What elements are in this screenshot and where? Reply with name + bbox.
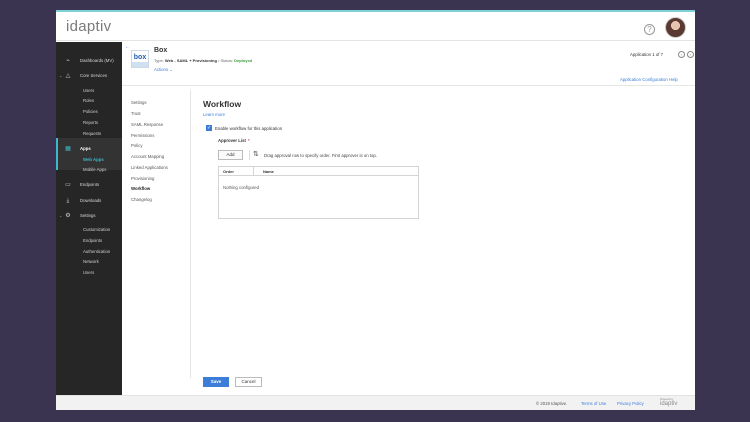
approver-list-label: Approver List * xyxy=(218,138,250,143)
help-icon[interactable]: ? xyxy=(644,24,655,35)
subnav-workflow[interactable]: Workflow xyxy=(131,186,150,191)
sidebar-item-users[interactable]: Users xyxy=(56,88,122,96)
toolbar-separator xyxy=(249,150,250,160)
sidebar-item-authentication[interactable]: Authentication xyxy=(56,249,122,257)
back-arrow-icon[interactable]: ← xyxy=(125,44,130,50)
app-name: Box xyxy=(154,47,168,54)
copyright-text: © 2019 Idaptive. xyxy=(536,401,568,406)
cancel-button[interactable]: Cancel xyxy=(235,377,262,387)
sidebar-item-policies[interactable]: Policies xyxy=(56,109,122,117)
app-meta: Type: Web - SAML + Provisioning • Status… xyxy=(154,58,253,63)
sidebar-item-dashboards[interactable]: ⌁ Dashboards (MV) xyxy=(56,58,122,66)
sidebar-item-core-services[interactable]: ⌄ △ Core Services xyxy=(56,73,122,81)
drag-sort-icon: ⇅ xyxy=(253,151,259,158)
sidebar-item-settings-users[interactable]: Users xyxy=(56,270,122,278)
page-footer: © 2019 Idaptive. Terms of Use Privacy Po… xyxy=(56,395,695,410)
add-approver-button[interactable]: Add xyxy=(218,150,243,160)
gear-icon: ⚙ xyxy=(65,213,71,219)
drag-hint: Drag approval row to specify order. Firs… xyxy=(264,153,377,158)
status-badge: Deployed xyxy=(234,58,253,63)
subnav-policy[interactable]: Policy xyxy=(131,143,142,148)
sidebar-item-downloads[interactable]: ⤓ Downloads xyxy=(56,198,122,206)
subnav-provisioning[interactable]: Provisioning xyxy=(131,176,154,181)
table-header: Order Name xyxy=(219,167,418,176)
subnav-account-mapping[interactable]: Account Mapping xyxy=(131,154,164,159)
column-header-order[interactable]: Order xyxy=(223,169,234,174)
sidebar-item-settings[interactable]: ⌄ ⚙ Settings xyxy=(56,213,122,221)
subnav-trust[interactable]: Trust xyxy=(131,111,141,116)
chevron-down-icon: ⌄ xyxy=(59,73,63,78)
sidebar: ⌁ Dashboards (MV) ⌄ △ Core Services User… xyxy=(56,42,122,395)
sidebar-item-mobile-apps[interactable]: Mobile Apps xyxy=(56,167,122,175)
sidebar-item-web-apps[interactable]: Web Apps xyxy=(56,157,122,165)
endpoints-icon: ▭ xyxy=(65,182,71,188)
sidebar-item-network[interactable]: Network xyxy=(56,259,122,267)
config-help-link[interactable]: Application Configuration Help xyxy=(620,77,678,82)
subnav-settings[interactable]: Settings xyxy=(131,100,147,105)
chevron-down-icon: ⌄ xyxy=(59,213,63,218)
save-button[interactable]: Save xyxy=(203,377,229,387)
app-window: idaptiv ? ⌁ Dashboards (MV) ⌄ △ Core Ser… xyxy=(56,10,695,410)
sidebar-active-group xyxy=(56,138,122,170)
enable-workflow-checkbox[interactable]: ✓ xyxy=(206,125,212,131)
footer-logo: idaptiv xyxy=(660,401,678,407)
settings-subnav: Settings Trust SAML Response Permissions… xyxy=(122,87,190,377)
app-type: Web - SAML + Provisioning xyxy=(164,58,217,63)
column-header-name[interactable]: Name xyxy=(263,169,274,174)
sidebar-item-reports[interactable]: Reports xyxy=(56,120,122,128)
empty-table-message: Nothing configured xyxy=(223,185,260,190)
approver-table: Order Name Nothing configured xyxy=(218,166,419,219)
chevron-down-icon: ⌄ xyxy=(169,67,173,72)
sidebar-item-endpoints[interactable]: ▭ Endpoints xyxy=(56,182,122,190)
terms-of-use-link[interactable]: Terms of Use xyxy=(581,401,606,406)
enable-workflow-label[interactable]: Enable workflow for this application xyxy=(215,126,282,131)
subnav-changelog[interactable]: Changelog xyxy=(131,197,152,202)
sidebar-item-apps[interactable]: ▦ Apps xyxy=(56,146,122,154)
privacy-policy-link[interactable]: Privacy Policy xyxy=(617,401,644,406)
application-count: Application 1 of 7 xyxy=(630,52,663,57)
learn-more-link[interactable]: Learn more xyxy=(203,112,225,117)
top-header: idaptiv ? xyxy=(56,12,695,41)
form-actions: Save Cancel xyxy=(122,377,695,395)
subnav-linked-applications[interactable]: Linked Applications xyxy=(131,165,168,170)
required-marker: * xyxy=(247,138,250,143)
idaptiv-logo[interactable]: idaptiv xyxy=(66,18,111,35)
user-avatar[interactable] xyxy=(665,17,686,38)
sidebar-item-customization[interactable]: Customization xyxy=(56,227,122,235)
download-icon: ⤓ xyxy=(66,198,70,204)
sidebar-item-roles[interactable]: Roles xyxy=(56,98,122,106)
previous-app-button[interactable]: ‹ xyxy=(678,51,685,58)
application-header: ← box Box Type: Web - SAML + Provisionin… xyxy=(122,42,695,86)
sidebar-item-requests[interactable]: Requests xyxy=(56,131,122,139)
apps-grid-icon: ▦ xyxy=(65,146,71,152)
sidebar-item-settings-endpoints[interactable]: Endpoints xyxy=(56,238,122,246)
subnav-saml-response[interactable]: SAML Response xyxy=(131,122,163,127)
page-title: Workflow xyxy=(203,99,242,109)
dashboard-icon: ⌁ xyxy=(66,58,70,64)
next-app-button[interactable]: › xyxy=(687,51,694,58)
workflow-panel: Workflow Learn more ✓ Enable workflow fo… xyxy=(191,87,691,377)
actions-dropdown[interactable]: Actions ⌄ xyxy=(154,67,173,73)
core-services-icon: △ xyxy=(65,73,71,79)
box-app-logo: box xyxy=(131,50,149,68)
subnav-permissions[interactable]: Permissions xyxy=(131,133,154,138)
